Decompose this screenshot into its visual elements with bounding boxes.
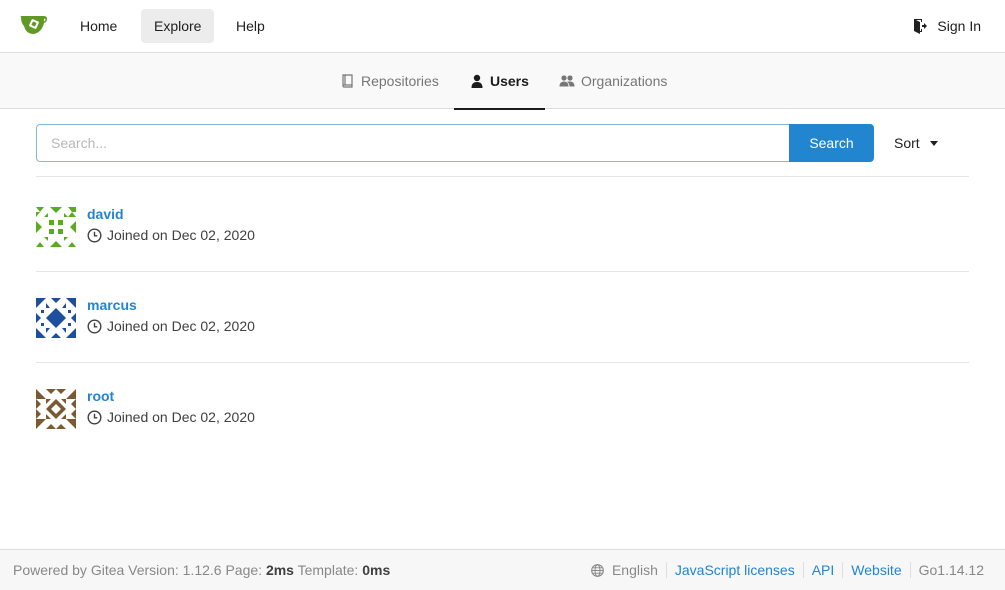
website-link[interactable]: Website — [851, 562, 901, 578]
nav-explore-link[interactable]: Explore — [141, 9, 215, 43]
user-avatar[interactable] — [36, 207, 76, 247]
explore-tabs: Repositories Users Organizations — [0, 53, 1005, 110]
user-name-link[interactable]: root — [87, 388, 114, 404]
nav-home-link[interactable]: Home — [67, 9, 130, 43]
clock-icon — [87, 318, 102, 334]
tab-repositories[interactable]: Repositories — [325, 53, 455, 109]
book-icon — [342, 74, 353, 88]
globe-icon — [591, 563, 604, 577]
sort-dropdown[interactable]: Sort — [894, 124, 938, 162]
joined-date: Joined on Dec 02, 2020 — [87, 318, 255, 334]
search-button[interactable]: Search — [789, 124, 874, 162]
sign-in-icon — [914, 19, 928, 34]
page-time: 2ms — [265, 562, 294, 578]
joined-date: Joined on Dec 02, 2020 — [87, 227, 255, 243]
footer-links: English JavaScript licenses API Website … — [583, 562, 992, 578]
user-divider — [36, 271, 969, 272]
template-time: 0ms — [362, 562, 391, 578]
person-icon — [471, 74, 483, 88]
user-search-form: Search — [36, 124, 874, 162]
top-navbar: Home Explore Help Sign In — [0, 0, 1005, 53]
page-footer: Powered by Gitea Version: 1.12.6 Page: 2… — [0, 549, 1005, 590]
template-label: Template: — [297, 562, 359, 578]
api-link[interactable]: API — [812, 562, 835, 578]
sign-in-label: Sign In — [937, 18, 981, 34]
go-version: Go1.14.12 — [909, 562, 992, 578]
user-avatar[interactable] — [36, 389, 76, 429]
caret-down-icon — [929, 140, 938, 146]
joined-date: Joined on Dec 02, 2020 — [87, 409, 255, 425]
gitea-logo-icon[interactable] — [20, 12, 48, 38]
user-list-item: david Joined on Dec 02, 2020 — [36, 206, 969, 298]
clock-icon — [87, 409, 102, 425]
footer-version-info: Powered by Gitea Version: 1.12.6 Page: 2… — [13, 562, 390, 578]
language-label: English — [611, 562, 658, 578]
nav-help-link[interactable]: Help — [223, 9, 278, 43]
user-list-item: marcus Joined on Dec 02, 2020 — [36, 297, 969, 389]
search-divider — [36, 176, 969, 177]
user-list-item: root Joined on Dec 02, 2020 — [36, 388, 969, 480]
joined-date-text: Joined on Dec 02, 2020 — [107, 227, 255, 243]
user-avatar[interactable] — [36, 298, 76, 338]
language-selector[interactable]: English — [583, 562, 666, 578]
sort-label: Sort — [894, 135, 920, 151]
user-name-link[interactable]: marcus — [87, 297, 137, 313]
powered-by-text: Powered by Gitea Version: 1.12.6 Page: — [13, 562, 263, 578]
user-divider — [36, 362, 969, 363]
sign-in-link[interactable]: Sign In — [913, 9, 981, 43]
tab-organizations[interactable]: Organizations — [543, 53, 683, 109]
organization-icon — [559, 75, 575, 87]
tab-organizations-label: Organizations — [581, 73, 668, 89]
tab-users-label: Users — [490, 72, 529, 89]
search-input[interactable] — [36, 124, 789, 162]
javascript-licenses-link[interactable]: JavaScript licenses — [675, 562, 795, 578]
user-name-link[interactable]: david — [87, 206, 124, 222]
clock-icon — [87, 227, 102, 243]
joined-date-text: Joined on Dec 02, 2020 — [107, 409, 255, 425]
tab-repositories-label: Repositories — [361, 73, 439, 89]
joined-date-text: Joined on Dec 02, 2020 — [107, 318, 255, 334]
tab-users[interactable]: Users — [454, 53, 545, 110]
